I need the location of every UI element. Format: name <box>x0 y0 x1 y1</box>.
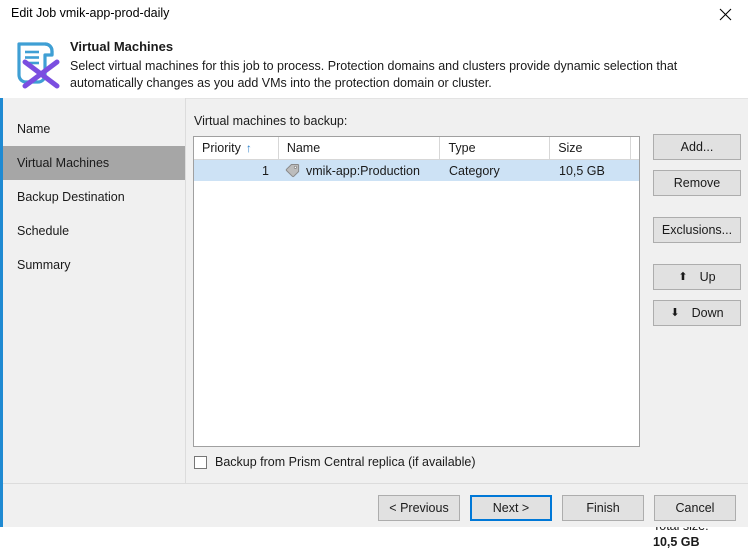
wizard-step-sidebar: Name Virtual Machines Backup Destination… <box>3 98 186 483</box>
prism-central-replica-checkbox-row[interactable]: Backup from Prism Central replica (if av… <box>194 455 476 469</box>
cancel-button[interactable]: Cancel <box>654 495 736 521</box>
sidebar-item-backup-destination[interactable]: Backup Destination <box>3 180 185 214</box>
cell-name: vmik-app:Production <box>279 160 441 181</box>
sidebar-item-name[interactable]: Name <box>3 112 185 146</box>
column-header-name[interactable]: Name <box>279 137 441 159</box>
header-banner: Virtual Machines Select virtual machines… <box>0 28 748 98</box>
arrow-down-icon: ⬇ <box>670 306 680 319</box>
footer-accent-strip <box>0 483 3 527</box>
vm-table-panel[interactable]: Priority ↑ Name Type Size 1 vmik-app:Pro… <box>193 136 640 447</box>
title-bar: Edit Job vmik-app-prod-daily <box>0 0 748 28</box>
tag-icon <box>285 164 300 178</box>
exclusions-button[interactable]: Exclusions... <box>653 217 741 243</box>
move-down-label: Down <box>691 306 724 320</box>
close-icon <box>719 8 732 20</box>
table-row[interactable]: 1 vmik-app:Production Category 10,5 GB <box>194 160 639 181</box>
next-button[interactable]: Next > <box>470 495 552 521</box>
window-title: Edit Job vmik-app-prod-daily <box>11 6 170 20</box>
page-description: Select virtual machines for this job to … <box>70 59 678 90</box>
column-header-filler <box>631 137 639 159</box>
remove-button[interactable]: Remove <box>653 170 741 196</box>
close-button[interactable] <box>703 0 748 28</box>
cell-name-text: vmik-app:Production <box>306 163 420 178</box>
vm-action-buttons: Add... Remove Exclusions... ⬆ Up ⬇ Down <box>653 134 741 326</box>
column-header-priority-label: Priority <box>202 141 241 155</box>
column-header-size[interactable]: Size <box>550 137 632 159</box>
move-down-button[interactable]: ⬇ Down <box>653 300 741 326</box>
column-header-priority[interactable]: Priority ↑ <box>194 137 279 159</box>
cell-type: Category <box>449 163 500 178</box>
virtual-machines-document-x-icon <box>12 36 66 90</box>
sidebar-item-summary[interactable]: Summary <box>3 248 185 282</box>
move-up-label: Up <box>699 270 716 284</box>
sidebar-item-virtual-machines[interactable]: Virtual Machines <box>3 146 185 180</box>
cell-priority: 1 <box>262 163 269 178</box>
add-button[interactable]: Add... <box>653 134 741 160</box>
table-header-row: Priority ↑ Name Type Size <box>194 137 639 160</box>
vm-list-label: Virtual machines to backup: <box>194 114 348 128</box>
prism-central-replica-label: Backup from Prism Central replica (if av… <box>215 455 476 469</box>
finish-button[interactable]: Finish <box>562 495 644 521</box>
move-up-button[interactable]: ⬆ Up <box>653 264 741 290</box>
previous-button[interactable]: < Previous <box>378 495 460 521</box>
total-size-value: 10,5 GB <box>653 535 700 549</box>
main-content: Virtual machines to backup: Priority ↑ N… <box>186 98 748 549</box>
cell-size: 10,5 GB <box>559 163 605 178</box>
sidebar-item-schedule[interactable]: Schedule <box>3 214 185 248</box>
column-header-type[interactable]: Type <box>440 137 551 159</box>
wizard-navigation-buttons: < Previous Next > Finish Cancel <box>378 495 736 521</box>
page-title: Virtual Machines <box>70 39 174 54</box>
prism-central-replica-checkbox[interactable] <box>194 455 207 469</box>
arrow-up-icon: ⬆ <box>678 270 688 283</box>
footer-bar: < Previous Next > Finish Cancel <box>0 483 748 527</box>
sort-ascending-icon: ↑ <box>245 141 252 155</box>
